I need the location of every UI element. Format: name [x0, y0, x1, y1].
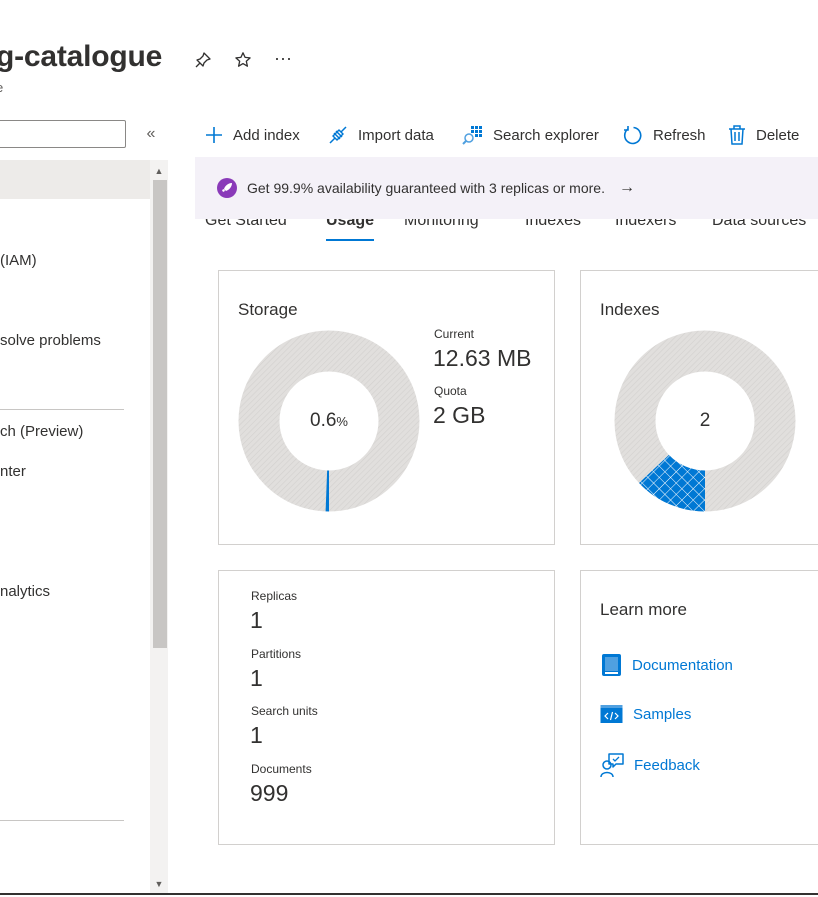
sidebar-item-analytics[interactable]: nalytics [0, 583, 50, 600]
sidebar-item-diagnose[interactable]: solve problems [0, 332, 101, 349]
storage-percent-sign: % [336, 414, 348, 429]
documents-label: Documents [251, 762, 312, 776]
pin-icon[interactable] [192, 49, 214, 71]
add-index-button[interactable]: Add index [204, 122, 300, 148]
search-units-label: Search units [251, 704, 318, 718]
feedback-link[interactable]: Feedback [600, 752, 700, 778]
sidebar-item-iam[interactable]: (IAM) [0, 252, 37, 269]
sidebar-item-search-preview[interactable]: ch (Preview) [0, 423, 83, 440]
indexes-count: 2 [699, 410, 711, 431]
plus-icon [206, 127, 222, 143]
refresh-icon [623, 125, 642, 144]
indexes-donut-used [639, 454, 706, 512]
banner-text: Get 99.9% availability guaranteed with 3… [247, 180, 605, 196]
indexes-title: Indexes [600, 300, 660, 319]
more-icon[interactable]: ··· [272, 47, 294, 69]
search-explorer-label: Search explorer [493, 126, 599, 144]
search-explorer-button[interactable]: Search explorer [462, 122, 599, 148]
collapse-sidebar-icon[interactable]: « [141, 120, 161, 148]
rocket-icon [217, 178, 237, 198]
documents-value: 999 [250, 780, 289, 806]
sidebar-item-center[interactable]: nter [0, 463, 26, 480]
refresh-button[interactable]: Refresh [623, 122, 706, 148]
documentation-label: Documentation [632, 656, 733, 674]
plug-icon [329, 126, 347, 144]
storage-quota-label: Quota [434, 384, 467, 398]
star-icon[interactable] [232, 49, 254, 71]
sidebar-scrollbar-thumb[interactable] [153, 180, 167, 648]
storage-title: Storage [238, 300, 298, 319]
trash-icon [729, 125, 745, 145]
storage-current-label: Current [434, 327, 475, 341]
import-data-label: Import data [358, 126, 434, 144]
arrow-right-icon: → [618, 179, 635, 196]
replicas-value: 1 [250, 607, 263, 633]
learn-more-title: Learn more [600, 600, 687, 619]
bottom-border [0, 893, 818, 895]
delete-button[interactable]: Delete [727, 122, 799, 148]
menu-search-input[interactable] [0, 120, 126, 148]
storage-percent-value: 0.6 [310, 410, 337, 431]
feedback-label: Feedback [634, 756, 700, 774]
feedback-icon [600, 753, 624, 778]
documentation-link[interactable]: Documentation [601, 653, 733, 677]
sidebar-divider [0, 820, 124, 821]
samples-link[interactable]: Samples [600, 704, 691, 724]
scroll-up-icon[interactable]: ▲ [152, 164, 166, 178]
page-title: g-catalogue [0, 40, 163, 73]
sidebar-item-selected[interactable] [0, 160, 150, 199]
storage-percent: 0.6% [238, 410, 420, 432]
delete-label: Delete [756, 126, 800, 144]
replicas-label: Replicas [251, 589, 298, 603]
add-index-label: Add index [233, 126, 300, 144]
availability-banner[interactable]: Get 99.9% availability guaranteed with 3… [195, 157, 818, 219]
partitions-value: 1 [250, 665, 263, 691]
code-icon [600, 705, 623, 723]
refresh-label: Refresh [653, 126, 706, 144]
storage-current-value: 12.63 MB [433, 345, 532, 371]
book-icon [602, 654, 621, 676]
samples-label: Samples [633, 705, 692, 723]
page-subtitle: e [0, 80, 3, 95]
partitions-label: Partitions [251, 647, 302, 661]
import-data-button[interactable]: Import data [327, 122, 434, 148]
sidebar-divider [0, 409, 124, 410]
active-tab-indicator [326, 239, 374, 241]
search-units-value: 1 [250, 722, 263, 748]
search-explorer-icon [462, 126, 482, 145]
storage-quota-value: 2 GB [433, 402, 486, 428]
scroll-down-icon[interactable]: ▼ [152, 877, 166, 891]
